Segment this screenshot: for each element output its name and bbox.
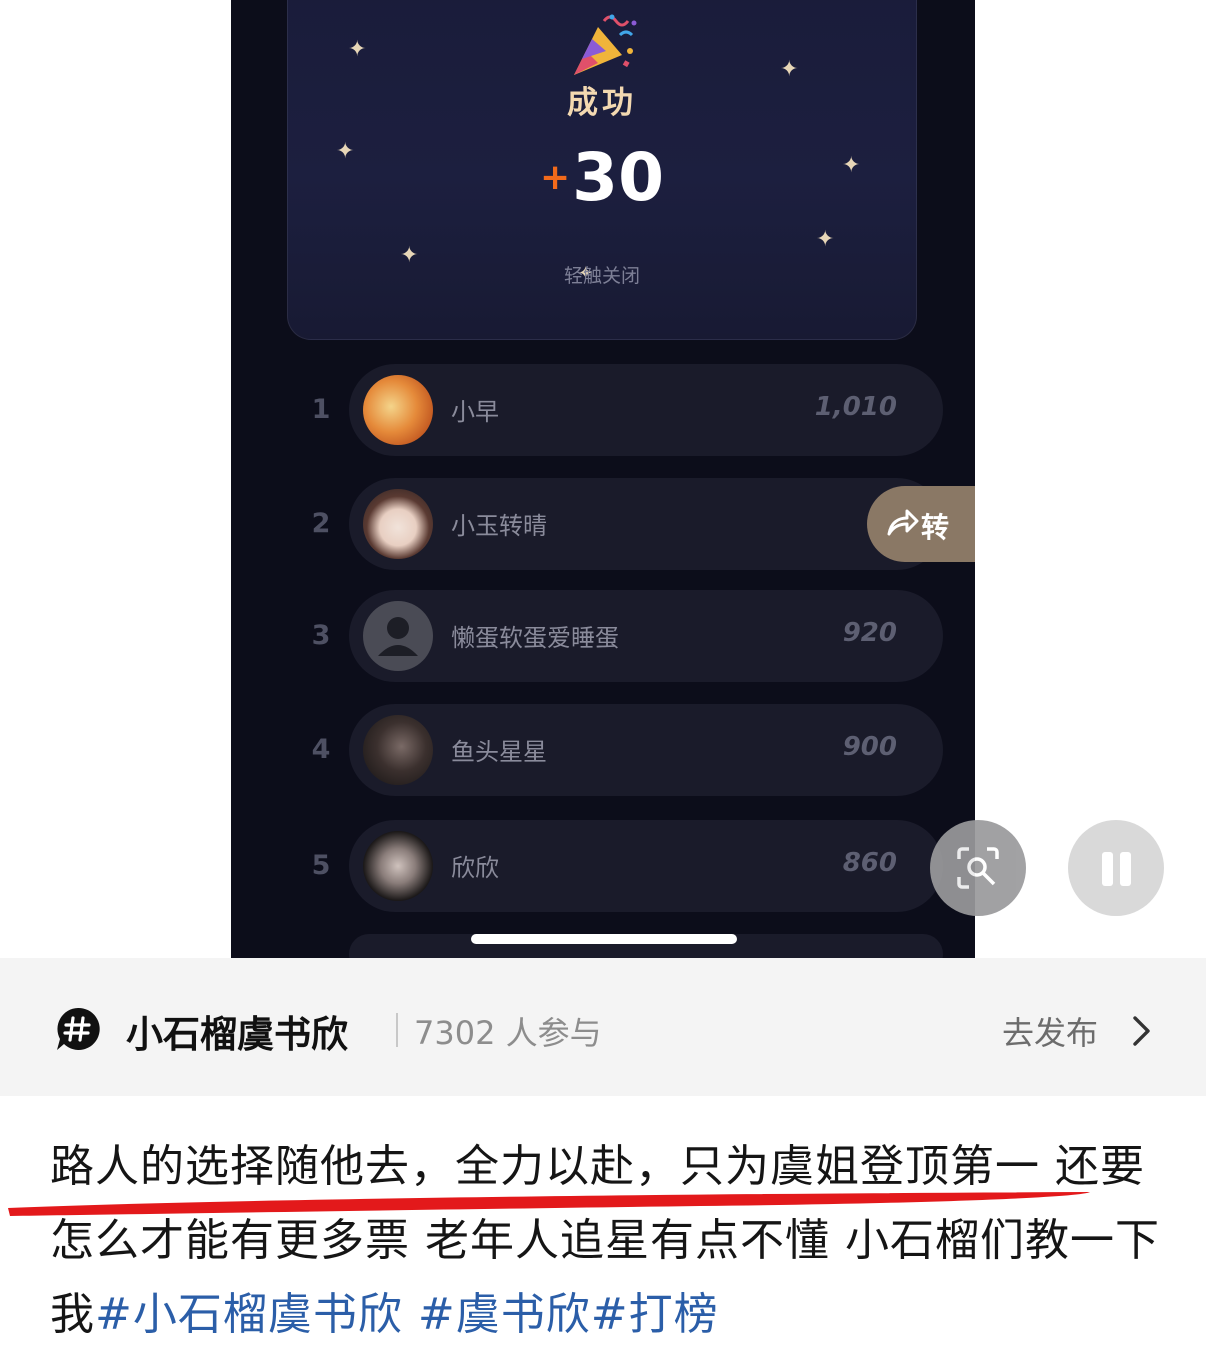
rank-name: 鱼头星星 [451,738,547,766]
success-popup[interactable]: ✦ ✦ ✦ ✦ ✦ ✦ ✦ 成功 +30 轻触关闭 [287,0,917,340]
share-label: 转 [921,511,950,544]
leaderboard-row[interactable]: 3 懒蛋软蛋爱睡蛋 920 [312,590,943,682]
topic-bar[interactable]: 小石榴虞书欣 7302 人参与 去发布 [0,958,1206,1096]
avatar [363,489,433,559]
lens-search-button[interactable] [930,820,1026,916]
leaderboard-row[interactable]: 5 欣欣 860 [312,820,943,912]
lens-search-icon [957,847,999,889]
chevron-right-icon[interactable] [1128,1014,1154,1048]
default-avatar-icon [363,601,433,671]
rank-name: 小玉转晴 [451,512,547,540]
pause-button[interactable] [1068,820,1164,916]
embedded-screenshot: ✦ ✦ ✦ ✦ ✦ ✦ ✦ 成功 +30 轻触关闭 1 小早 1,010 2 小… [231,0,975,958]
points-sign: + [539,156,571,198]
rank-name: 小早 [451,398,499,426]
points-value: 30 [572,139,665,216]
points-earned: +30 [288,145,916,211]
hashtag-link[interactable]: #小石榴虞书欣 [95,1289,403,1340]
sparkle-icon: ✦ [348,37,367,62]
rank-score: 1,010 [814,392,897,422]
rank-number: 5 [311,850,331,881]
post-text: 路人的选择随他去，全力以赴，只为虞姐登顶第一 还要怎么才能有更多票 老年人追星有… [50,1130,1170,1352]
leaderboard-row[interactable]: 1 小早 1,010 [312,364,943,456]
home-indicator [471,934,737,944]
rank-score: 900 [842,732,897,762]
rank-name: 欣欣 [451,854,499,882]
leaderboard-row[interactable]: 2 小玉转晴 9 [312,478,943,570]
leaderboard-row[interactable]: 4 鱼头星星 900 [312,704,943,796]
success-title: 成功 [567,85,637,121]
divider [396,1013,398,1047]
hashtag-link[interactable]: #虞书欣 [418,1289,591,1340]
red-underline-annotation [8,1192,1090,1216]
rank-number: 2 [311,508,331,539]
avatar [363,831,433,901]
participant-count: 7302 人参与 [414,1014,602,1052]
rank-number: 4 [311,734,331,765]
rank-number: 1 [311,394,331,425]
sparkle-icon: ✦ [816,227,835,252]
rank-number: 3 [311,620,331,651]
publish-link[interactable]: 去发布 [1002,1008,1098,1054]
tap-to-close-hint[interactable]: 轻触关闭 [288,261,916,288]
rank-score: 920 [842,618,897,648]
rank-score: 860 [842,848,897,878]
share-icon [887,509,919,536]
rank-name: 懒蛋软蛋爱睡蛋 [451,624,619,652]
avatar [363,375,433,445]
share-button[interactable]: 转 [867,486,975,562]
avatar [363,715,433,785]
hashtag-link[interactable]: #打榜 [591,1289,719,1340]
party-popper-icon [574,14,637,75]
hashtag-icon [57,1007,100,1050]
topic-name[interactable]: 小石榴虞书欣 [126,1004,348,1058]
